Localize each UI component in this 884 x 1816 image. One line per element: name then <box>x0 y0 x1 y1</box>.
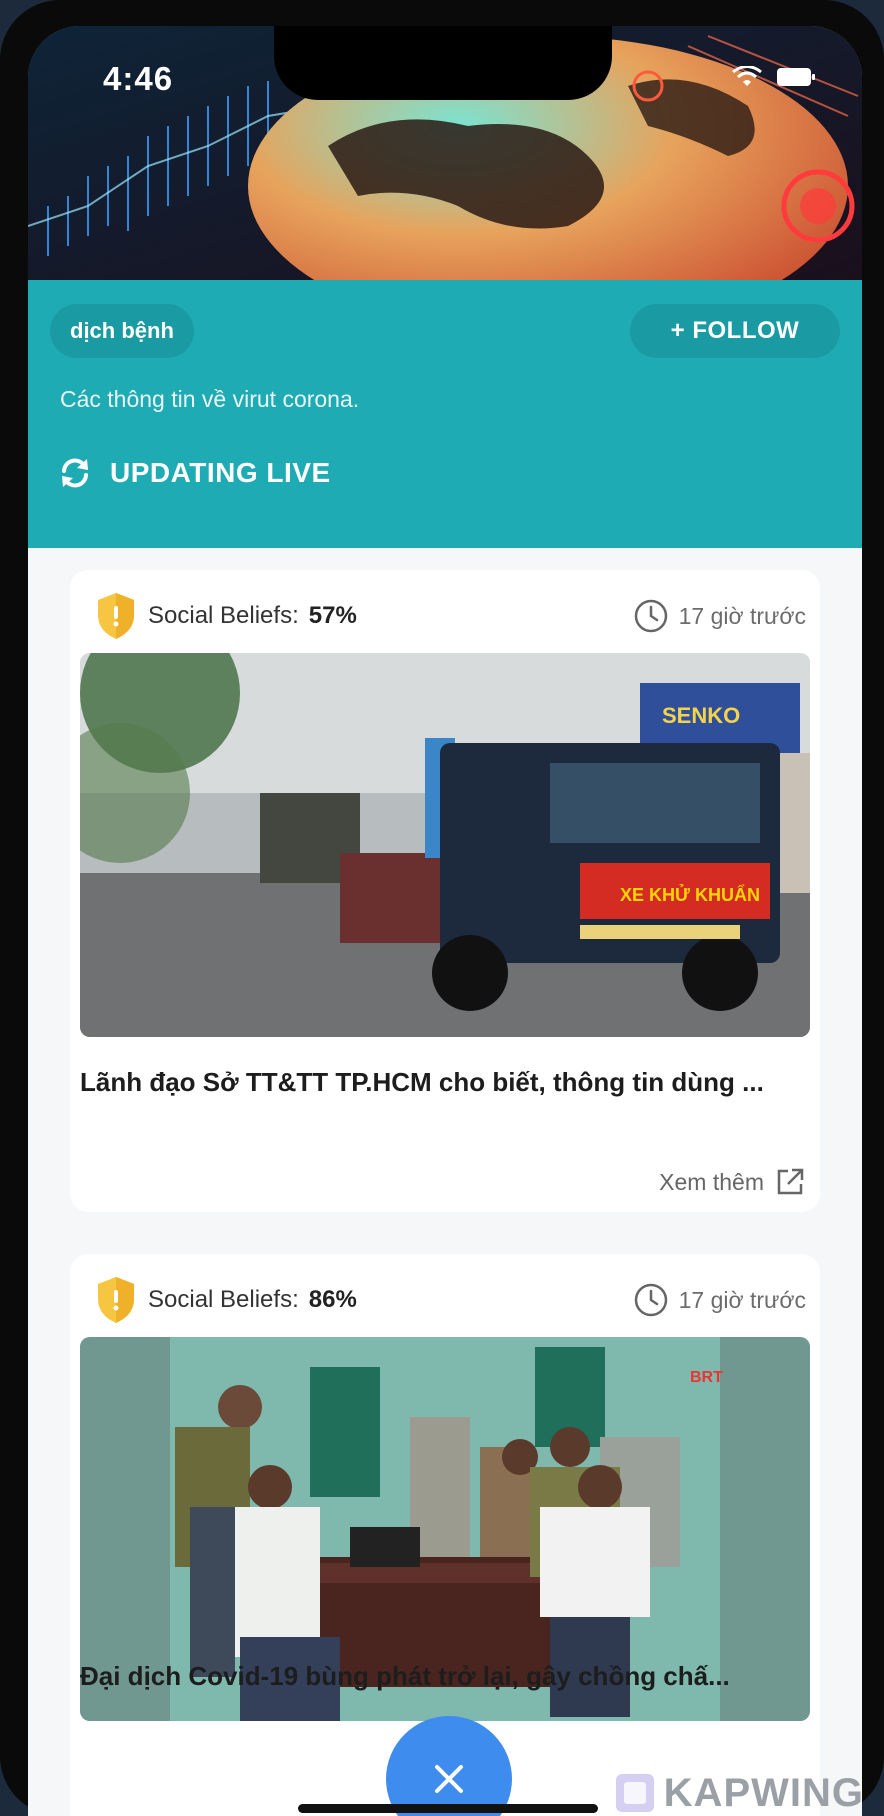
card-header: Social Beliefs: 86% 17 giờ trước <box>94 1272 806 1328</box>
refresh-icon <box>62 458 88 488</box>
updating-live-indicator: UPDATING LIVE <box>58 456 331 490</box>
close-icon <box>435 1765 463 1793</box>
belief-value: 86% <box>308 1286 357 1313</box>
topic-tag[interactable]: dịch bệnh <box>50 304 194 358</box>
news-headline[interactable]: Đại dịch Covid-19 bùng phát trở lại, gây… <box>80 1656 800 1696</box>
live-label: UPDATING LIVE <box>110 457 331 488</box>
follow-button[interactable]: + FOLLOW <box>630 304 840 358</box>
post-time: 17 giờ trước <box>633 1282 806 1318</box>
external-link-icon <box>777 1168 804 1195</box>
news-image[interactable]: SENKO XE KHỬ KHUẨN <box>80 653 810 1037</box>
status-icons <box>732 66 816 88</box>
watermark: KAPWING <box>612 1770 864 1816</box>
home-indicator <box>298 1804 598 1813</box>
news-card[interactable]: Social Beliefs: 57% 17 giờ trước SENKO X… <box>70 570 820 1212</box>
read-more-label: Xem thêm <box>659 1168 764 1195</box>
clock-icon <box>634 1283 667 1317</box>
shield-icon <box>98 1277 134 1323</box>
topic-header: dịch bệnh + FOLLOW Các thông tin về viru… <box>28 280 862 548</box>
device-frame: 4:46 dịch bệnh + FOLLOW Các thông tin về… <box>0 0 884 1816</box>
news-headline[interactable]: Lãnh đạo Sở TT&TT TP.HCM cho biết, thông… <box>80 1062 800 1102</box>
belief-value: 57% <box>308 602 357 629</box>
wifi-icon <box>732 66 762 86</box>
sign-text: SENKO <box>662 703 740 728</box>
social-belief: Social Beliefs: 86% <box>94 1275 357 1325</box>
topic-description: Các thông tin về virut corona. <box>60 386 360 412</box>
post-time: 17 giờ trước <box>633 598 806 634</box>
card-header: Social Beliefs: 57% 17 giờ trước <box>94 588 806 644</box>
app-screen: 4:46 dịch bệnh + FOLLOW Các thông tin về… <box>28 26 862 1816</box>
social-belief: Social Beliefs: 57% <box>94 591 357 641</box>
belief-label: Social Beliefs: <box>148 1286 299 1313</box>
belief-label: Social Beliefs: <box>148 602 299 629</box>
status-time: 4:46 <box>103 60 174 97</box>
device-notch <box>274 26 612 100</box>
watermark-text: KAPWING <box>663 1770 864 1815</box>
time-label: 17 giờ trước <box>678 1286 806 1313</box>
battery-icon <box>777 68 815 86</box>
kapwing-logo-icon <box>615 1774 654 1812</box>
truck-banner-text: XE KHỬ KHUẨN <box>620 884 760 905</box>
time-label: 17 giờ trước <box>678 602 806 629</box>
channel-logo: BRT <box>690 1369 723 1386</box>
shield-icon <box>98 593 134 639</box>
read-more-link[interactable]: Xem thêm <box>659 1166 806 1198</box>
clock-icon <box>634 599 667 633</box>
